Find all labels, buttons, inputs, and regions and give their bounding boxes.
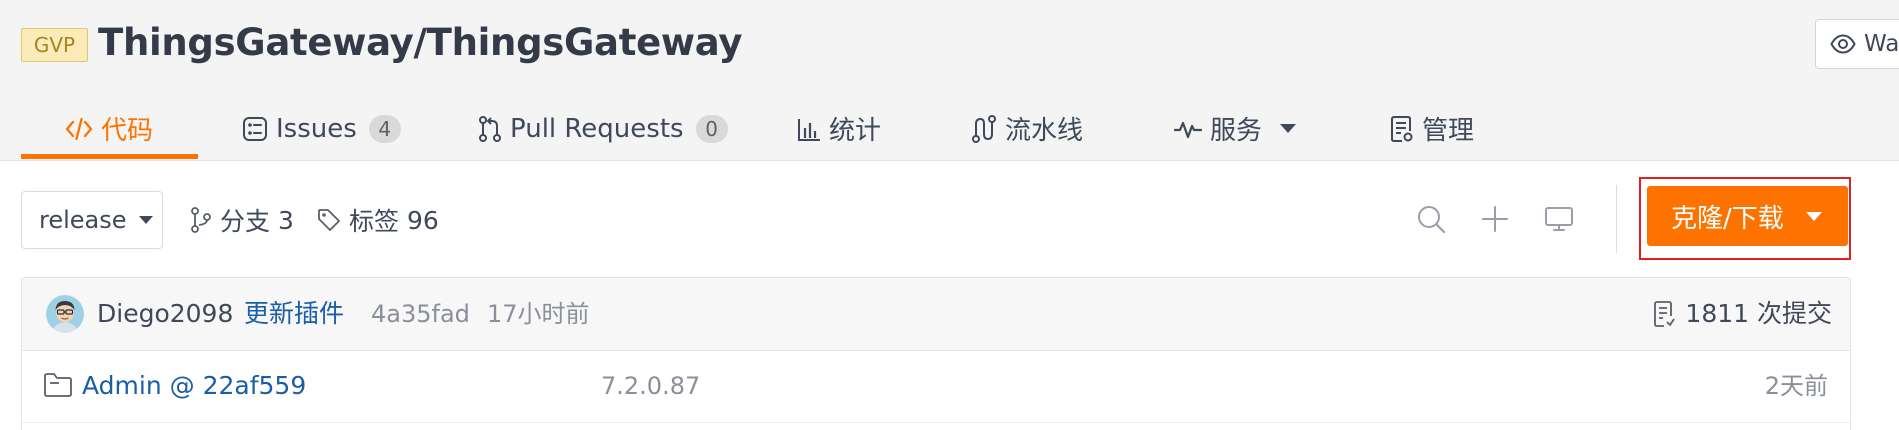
eye-icon: [1830, 34, 1856, 54]
chevron-down-icon: [1280, 124, 1297, 133]
file-name-link[interactable]: Admin @ 22af559: [82, 368, 306, 404]
tab-pipeline[interactable]: 流水线: [971, 96, 1083, 161]
tab-stats-label: 统计: [829, 116, 882, 146]
tab-manage-label: 管理: [1422, 116, 1475, 146]
monitor-icon: [1544, 205, 1574, 233]
pull-requests-count-badge: 0: [695, 114, 728, 143]
branches-link[interactable]: 分支 3: [190, 200, 294, 240]
avatar[interactable]: [46, 295, 84, 333]
branches-count: 3: [278, 205, 294, 235]
file-last-commit[interactable]: 7.2.0.87: [601, 368, 700, 404]
watch-button[interactable]: Wa: [1815, 19, 1899, 69]
commits-icon: [1653, 300, 1676, 328]
branch-select[interactable]: release: [21, 191, 163, 249]
commit-message[interactable]: 更新插件: [244, 296, 344, 332]
plus-icon: [1481, 205, 1509, 233]
tab-code[interactable]: 代码: [65, 96, 153, 161]
tab-service-label: 服务: [1210, 116, 1263, 146]
clone-download-label: 克隆/下载: [1671, 203, 1784, 234]
tags-count: 96: [407, 205, 439, 235]
commit-count-link[interactable]: 1811 次提交: [1653, 296, 1832, 332]
web-ide-button[interactable]: [1541, 201, 1577, 237]
tab-manage[interactable]: 管理: [1390, 96, 1474, 161]
toolbar-divider: [1616, 185, 1617, 253]
file-list: Diego2098 更新插件 4a35fad 17小时前 1811 次提交 Ad…: [21, 277, 1851, 430]
tab-service[interactable]: 服务: [1174, 96, 1297, 161]
branch-icon: [190, 207, 212, 233]
service-icon: [1174, 117, 1202, 141]
pull-request-icon: [478, 115, 502, 143]
repo-header: GVP ThingsGateway/ThingsGateway Wa 代码 Is…: [0, 0, 1899, 161]
commit-count: 1811 次提交: [1685, 299, 1832, 328]
tab-issues-label: Issues: [276, 113, 357, 144]
file-time: 2天前: [1764, 372, 1828, 400]
code-icon: [65, 116, 93, 142]
commit-sha[interactable]: 4a35fad: [371, 296, 470, 332]
tab-issues[interactable]: Issues 4: [242, 96, 401, 161]
commit-time: 17小时前: [487, 300, 590, 328]
chevron-down-icon: [138, 216, 153, 224]
active-tab-indicator: [21, 154, 198, 159]
clone-download-button[interactable]: 克隆/下载: [1647, 186, 1848, 246]
chevron-down-icon: [1805, 211, 1822, 221]
latest-commit-row: Diego2098 更新插件 4a35fad 17小时前 1811 次提交: [22, 278, 1850, 351]
table-row[interactable]: Admin @ 22af559 7.2.0.87 2天前: [22, 351, 1850, 423]
manage-icon: [1390, 115, 1414, 143]
tab-code-label: 代码: [101, 116, 154, 146]
pipeline-icon: [971, 114, 997, 143]
repo-title[interactable]: ThingsGateway/ThingsGateway: [98, 18, 742, 68]
search-button[interactable]: [1413, 201, 1449, 237]
tab-stats[interactable]: 统计: [797, 96, 881, 161]
tags-label: 标签: [349, 207, 400, 236]
tag-icon: [317, 208, 341, 232]
branches-label: 分支: [220, 207, 271, 236]
issues-count-badge: 4: [368, 114, 401, 143]
add-file-button[interactable]: [1477, 201, 1513, 237]
tab-pull-requests-label: Pull Requests: [510, 113, 684, 144]
gvp-badge[interactable]: GVP: [21, 28, 88, 62]
tags-link[interactable]: 标签 96: [317, 200, 439, 240]
issues-icon: [242, 116, 268, 142]
tab-pipeline-label: 流水线: [1005, 116, 1084, 146]
tab-pull-requests[interactable]: Pull Requests 0: [478, 96, 728, 161]
folder-submodule-icon: [43, 371, 73, 401]
branch-select-value: release: [39, 206, 127, 234]
stats-icon: [797, 116, 821, 142]
watch-label: Wa: [1864, 31, 1899, 57]
commit-author[interactable]: Diego2098: [97, 296, 233, 332]
search-icon: [1416, 204, 1446, 234]
